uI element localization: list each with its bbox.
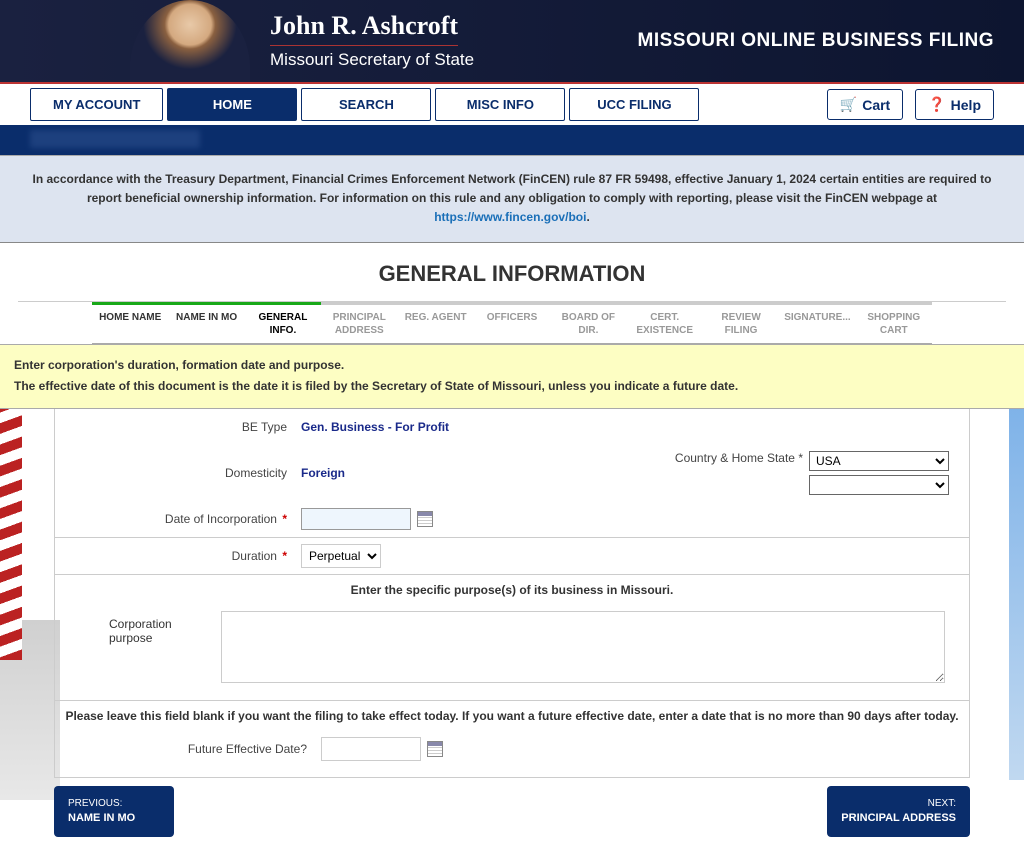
notice-text: In accordance with the Treasury Departme… [33,172,992,205]
next-big-label: PRINCIPAL ADDRESS [841,812,956,824]
nav-search[interactable]: SEARCH [301,88,431,121]
step-name-in-mo[interactable]: NAME IN MO [168,302,244,343]
cart-icon: 🛒 [840,96,857,113]
domesticity-value: Foreign [301,466,345,480]
nav-misc-info[interactable]: MISC INFO [435,88,565,121]
duration-label: Duration * [55,549,295,563]
step-home-name[interactable]: HOME NAME [92,302,168,343]
step-review-filing[interactable]: REVIEW FILING [703,302,779,343]
nav-ucc-filing[interactable]: UCC FILING [569,88,699,121]
future-date-label: Future Effective Date? [55,742,315,756]
form-container: BE Type Gen. Business - For Profit Domes… [54,409,970,778]
app-title: MISSOURI ONLINE BUSINESS FILING [638,30,994,52]
purpose-textarea[interactable] [221,611,945,683]
country-label: Country & Home State * [675,451,803,465]
page-title: GENERAL INFORMATION [18,243,1006,302]
prev-small-label: PREVIOUS: [68,798,122,809]
purpose-heading: Enter the specific purpose(s) of its bus… [55,574,969,605]
previous-button[interactable]: PREVIOUS: NAME IN MO [54,786,174,837]
instructions-box: Enter corporation's duration, formation … [0,344,1024,409]
cart-button[interactable]: 🛒 Cart [827,89,903,120]
cart-label: Cart [862,97,890,113]
duration-select[interactable]: Perpetual [301,544,381,568]
user-bar [0,125,1024,155]
domesticity-label: Domesticity [55,466,295,480]
step-shopping-cart[interactable]: SHOPPING CART [856,302,932,343]
step-cert-existence[interactable]: CERT. EXISTENCE [627,302,703,343]
help-icon: ❓ [928,96,945,113]
future-date-heading: Please leave this field blank if you wan… [55,700,969,731]
header-banner: John R. Ashcroft Missouri Secretary of S… [0,0,1024,84]
step-principal-address[interactable]: PRINCIPAL ADDRESS [321,302,397,343]
nav-my-account[interactable]: MY ACCOUNT [30,88,163,121]
instruction-line-2: The effective date of this document is t… [14,376,1010,398]
nav-home[interactable]: HOME [167,88,297,121]
calendar-icon[interactable] [417,511,433,527]
next-button[interactable]: NEXT: PRINCIPAL ADDRESS [827,786,970,837]
wizard-steps: HOME NAME NAME IN MO GENERAL INFO. PRINC… [92,302,932,344]
step-reg-agent[interactable]: REG. AGENT [397,302,473,343]
official-title: Missouri Secretary of State [270,50,474,70]
help-label: Help [951,97,981,113]
step-board-of-dir[interactable]: BOARD OF DIR. [550,302,626,343]
step-officers[interactable]: OFFICERS [474,302,550,343]
step-signature[interactable]: SIGNATURE... [779,302,855,343]
main-nav: MY ACCOUNT HOME SEARCH MISC INFO UCC FIL… [0,84,1024,125]
calendar-icon[interactable] [427,741,443,757]
be-type-label: BE Type [55,420,295,434]
fincen-link[interactable]: https://www.fincen.gov/boi [434,210,586,224]
next-small-label: NEXT: [928,798,956,809]
future-date-input[interactable] [321,737,421,761]
home-state-select[interactable] [809,475,949,495]
doi-label: Date of Incorporation * [55,512,295,526]
prev-big-label: NAME IN MO [68,812,135,824]
step-general-info[interactable]: GENERAL INFO. [245,302,321,343]
be-type-value: Gen. Business - For Profit [301,420,449,434]
country-select[interactable]: USA [809,451,949,471]
official-photo [130,0,250,82]
help-button[interactable]: ❓ Help [915,89,994,120]
official-name: John R. Ashcroft [270,11,458,46]
fincen-notice: In accordance with the Treasury Departme… [0,155,1024,243]
purpose-label: Corporation purpose [69,611,209,686]
instruction-line-1: Enter corporation's duration, formation … [14,355,1010,377]
doi-input[interactable] [301,508,411,530]
